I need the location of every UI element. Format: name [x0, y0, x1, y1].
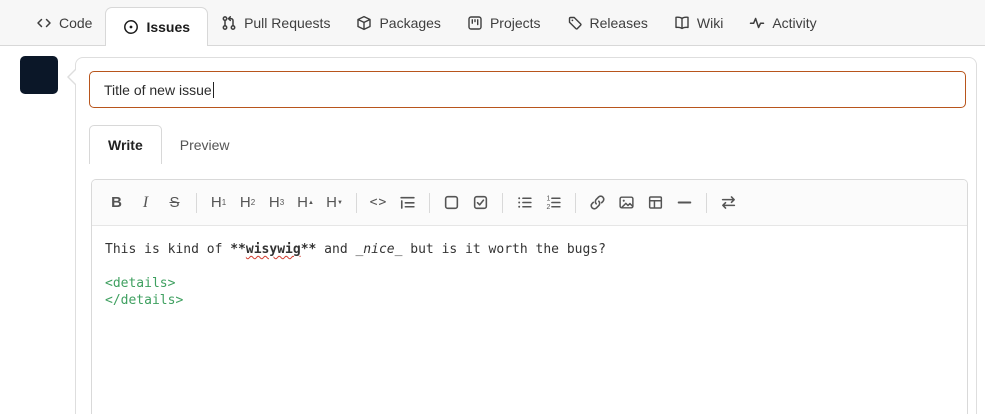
nav-tab-label: Activity — [772, 14, 817, 31]
quote-icon — [400, 196, 415, 209]
code-icon — [37, 18, 51, 27]
editor-line: This is kind of **wisywig** and _nice_ b… — [105, 241, 954, 258]
misspelled-word: wisywig — [245, 242, 301, 257]
heading-1-sub: 1 — [221, 197, 227, 207]
checkbox-empty-icon — [444, 195, 459, 210]
nav-tab-label: Packages — [379, 14, 441, 31]
unordered-list-button[interactable] — [510, 188, 539, 218]
heading-2-sub: 2 — [250, 197, 256, 207]
toolbar-divider — [429, 192, 430, 213]
markdown-content-area[interactable]: This is kind of **wisywig** and _nice_ b… — [92, 226, 967, 414]
project-board-icon — [468, 15, 482, 30]
user-avatar — [20, 56, 58, 94]
strikethrough-button[interactable]: S — [160, 188, 189, 218]
nav-tab-label: Wiki — [696, 14, 724, 31]
toolbar-divider — [196, 192, 197, 213]
package-icon — [357, 15, 372, 30]
heading-glyph: H — [210, 194, 222, 211]
heading-3-sub: 3 — [279, 197, 285, 207]
heading-glyph: H — [326, 194, 337, 211]
nav-tab-pull-requests[interactable]: Pull Requests — [208, 0, 343, 45]
text-caret — [212, 81, 214, 98]
editor-line-empty — [105, 258, 954, 275]
heading-glyph: H — [239, 194, 251, 211]
code-button[interactable]: <> — [364, 188, 393, 218]
heading-glyph: H — [268, 194, 280, 211]
tab-preview-label: Preview — [179, 136, 230, 153]
issue-opened-icon — [124, 20, 139, 34]
book-icon — [675, 15, 689, 29]
heading-3-button[interactable]: H3 — [262, 188, 291, 218]
new-issue-form: Title of new issue Write Preview B I S H… — [67, 57, 977, 414]
toolbar-divider — [706, 192, 707, 213]
tab-write-label: Write — [108, 137, 143, 153]
bold-marker: ** — [230, 242, 246, 257]
text-segment: but is it worth the bugs? — [402, 242, 606, 257]
text-segment: and — [316, 242, 356, 257]
switch-editor-button[interactable] — [714, 188, 743, 218]
ordered-list-icon: 12 — [546, 195, 561, 211]
horizontal-rule-button[interactable] — [670, 188, 699, 218]
heading-bigger-button[interactable]: H ▲ — [291, 188, 320, 218]
nav-tab-activity[interactable]: Activity — [736, 0, 829, 45]
heading-1-button[interactable]: H1 — [204, 188, 233, 218]
ordered-list-button[interactable]: 12 — [539, 188, 568, 218]
toolbar-divider — [502, 192, 503, 213]
comment-arrow — [67, 68, 77, 86]
horizontal-rule-icon — [677, 201, 692, 204]
text-segment: This is kind of — [105, 242, 231, 257]
tab-preview[interactable]: Preview — [162, 125, 248, 164]
checkbox-empty-button[interactable] — [437, 188, 466, 218]
nav-tab-packages[interactable]: Packages — [343, 0, 453, 45]
nav-tab-projects[interactable]: Projects — [454, 0, 554, 45]
tag-icon — [568, 16, 582, 30]
issue-title-input[interactable]: Title of new issue — [89, 71, 966, 108]
image-button[interactable] — [612, 188, 641, 218]
heading-glyph: H — [297, 194, 308, 211]
nav-tab-label: Pull Requests — [244, 14, 331, 31]
quote-button[interactable] — [393, 188, 422, 218]
nav-tab-label: Releases — [589, 14, 648, 31]
italic-segment: _nice_ — [355, 242, 403, 257]
nav-tab-label: Projects — [489, 14, 541, 31]
repo-tabs-nav: Code Issues Pull Requests Packages Proje… — [0, 0, 985, 46]
unordered-list-icon — [518, 197, 532, 208]
nav-tab-label: Issues — [146, 19, 191, 35]
nav-tab-label: Code — [59, 14, 93, 31]
git-pull-request-icon — [222, 15, 236, 30]
heading-smaller-button[interactable]: H ▼ — [320, 188, 349, 218]
pulse-icon — [750, 17, 765, 28]
table-icon — [648, 196, 663, 209]
issue-title-value: Title of new issue — [104, 81, 212, 98]
nav-tab-code[interactable]: Code — [23, 0, 105, 45]
image-icon — [619, 196, 634, 209]
table-button[interactable] — [641, 188, 670, 218]
toolbar-divider — [356, 192, 357, 213]
tab-write[interactable]: Write — [89, 125, 162, 164]
heading-bigger-sub: ▲ — [307, 199, 314, 206]
editor-line-details-close: </details> — [105, 293, 184, 308]
bold-button[interactable]: B — [102, 188, 131, 218]
nav-tab-issues[interactable]: Issues — [105, 7, 209, 46]
nav-tab-releases[interactable]: Releases — [554, 0, 661, 45]
editor-line-details-open: <details> — [105, 276, 176, 291]
svg-text:1: 1 — [546, 195, 550, 202]
markdown-editor: B I S H1 H2 H3 H ▲ H ▼ <> 1 2 This is ki… — [91, 179, 968, 414]
link-icon — [590, 195, 605, 210]
heading-smaller-sub: ▼ — [336, 199, 343, 206]
nav-tab-wiki[interactable]: Wiki — [661, 0, 736, 45]
markdown-toolbar: B I S H1 H2 H3 H ▲ H ▼ <> 1 2 — [92, 180, 967, 226]
checkbox-checked-icon — [473, 195, 488, 210]
link-button[interactable] — [583, 188, 612, 218]
bold-marker: ** — [300, 242, 317, 257]
svg-text:2: 2 — [546, 204, 550, 211]
italic-button[interactable]: I — [131, 188, 160, 218]
editor-mode-tabs: Write Preview — [89, 125, 248, 164]
switch-editor-icon — [721, 196, 736, 209]
heading-2-button[interactable]: H2 — [233, 188, 262, 218]
toolbar-divider — [575, 192, 576, 213]
checkbox-checked-button[interactable] — [466, 188, 495, 218]
